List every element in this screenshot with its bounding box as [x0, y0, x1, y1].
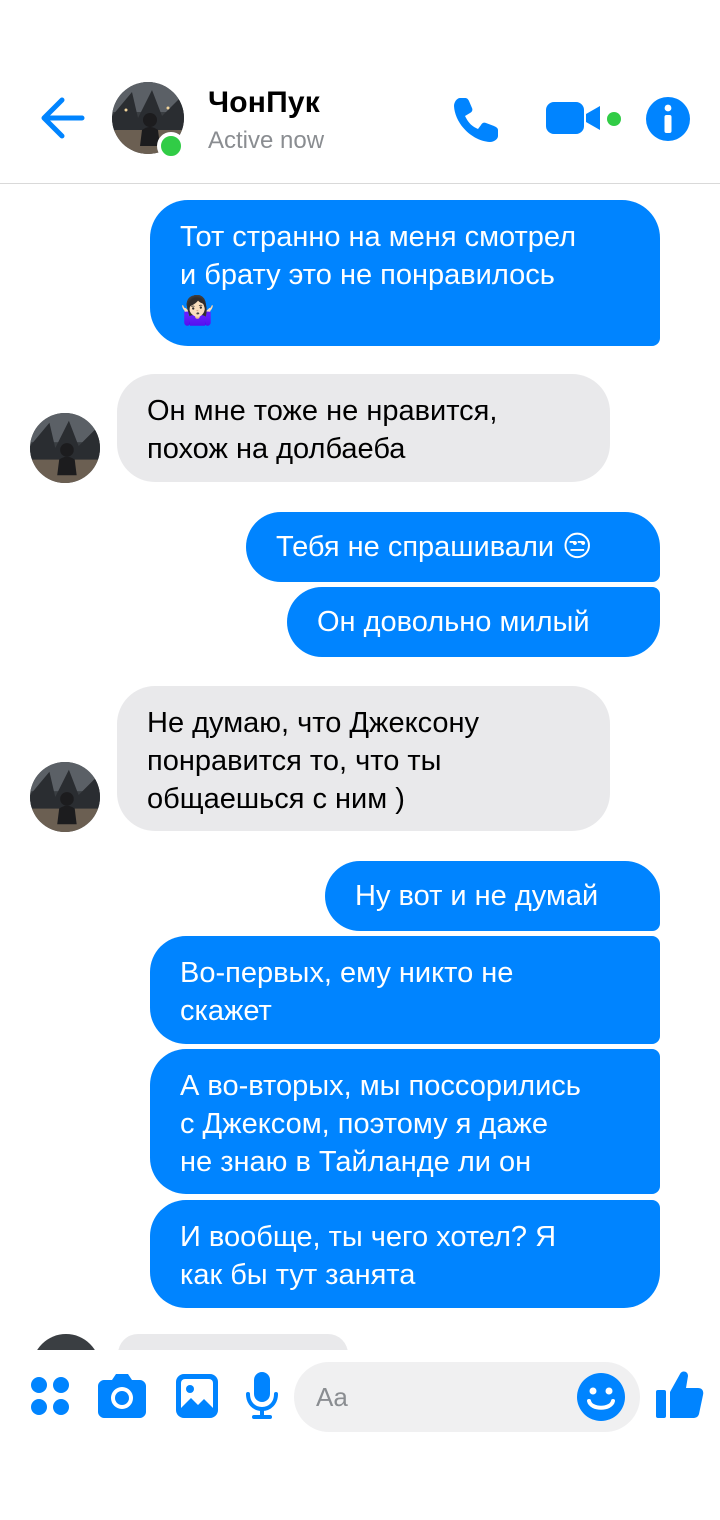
- message-text: скажет: [180, 995, 272, 1027]
- back-arrow-icon[interactable]: [38, 96, 88, 140]
- message-bubble-incoming[interactable]: Он мне тоже не нравится, похож на долбае…: [117, 374, 610, 482]
- shrug-emoji: 🤷🏻‍♀️: [180, 295, 215, 326]
- message-bubble-outgoing[interactable]: Тот странно на меня смотрел и брату это …: [150, 200, 660, 346]
- gallery-icon[interactable]: [176, 1374, 218, 1418]
- emoji-icon[interactable]: [576, 1372, 626, 1422]
- contact-status: Active now: [208, 127, 325, 154]
- message-text: понравится то, что ты: [147, 745, 442, 777]
- chat-header: ЧонПук Active now: [0, 0, 720, 184]
- message-input-placeholder: Aa: [316, 1382, 348, 1412]
- message-text: Он мне тоже не нравится,: [147, 395, 498, 427]
- message-text: Не думаю, что Джексону: [147, 707, 480, 739]
- message-text: Он довольно милый: [317, 606, 590, 638]
- contact-avatar-small[interactable]: [30, 413, 100, 483]
- message-text: И вообще, ты чего хотел? Я: [180, 1221, 557, 1253]
- message-text: как бы тут занята: [180, 1259, 416, 1291]
- message-text: Ну вот и не думай: [355, 880, 599, 912]
- apps-icon[interactable]: [30, 1376, 70, 1416]
- message-bubble-outgoing[interactable]: Он довольно милый: [287, 587, 660, 657]
- contact-avatar-small[interactable]: [30, 762, 100, 832]
- microphone-icon[interactable]: [246, 1372, 278, 1420]
- message-bubble-incoming[interactable]: Не думаю, что Джексону понравится то, чт…: [117, 686, 610, 831]
- message-text: Тот странно на меня смотрел: [180, 221, 577, 253]
- message-text: и брату это не понравилось: [180, 259, 555, 291]
- info-icon[interactable]: [645, 96, 691, 142]
- message-bubble-outgoing[interactable]: А во-вторых, мы поссорились с Джексом, п…: [150, 1049, 660, 1194]
- video-camera-icon[interactable]: [544, 98, 604, 138]
- message-text: не знаю в Тайланде ли он: [180, 1146, 532, 1178]
- message-text: Тебя не спрашивали 😒: [276, 531, 593, 563]
- phone-icon[interactable]: [450, 94, 502, 146]
- message-bubble-outgoing[interactable]: Тебя не спрашивали 😒: [246, 512, 660, 582]
- message-bubble-outgoing[interactable]: И вообще, ты чего хотел? Я как бы тут за…: [150, 1200, 660, 1308]
- online-indicator: [157, 132, 185, 160]
- message-text: с Джексом, поэтому я даже: [180, 1108, 548, 1140]
- message-text: общаешься с ним ): [147, 783, 405, 815]
- message-bubble-outgoing[interactable]: Во-первых, ему никто не скажет: [150, 936, 660, 1044]
- message-text: А во-вторых, мы поссорились: [180, 1070, 581, 1102]
- message-text: похож на долбаеба: [147, 433, 406, 465]
- message-text: Во-первых, ему никто не: [180, 957, 514, 989]
- camera-icon[interactable]: [98, 1374, 146, 1418]
- thumbs-up-icon[interactable]: [656, 1370, 704, 1420]
- video-active-dot: [607, 112, 621, 126]
- message-bubble-outgoing[interactable]: Ну вот и не думай: [325, 861, 660, 931]
- contact-name[interactable]: ЧонПук: [208, 86, 320, 120]
